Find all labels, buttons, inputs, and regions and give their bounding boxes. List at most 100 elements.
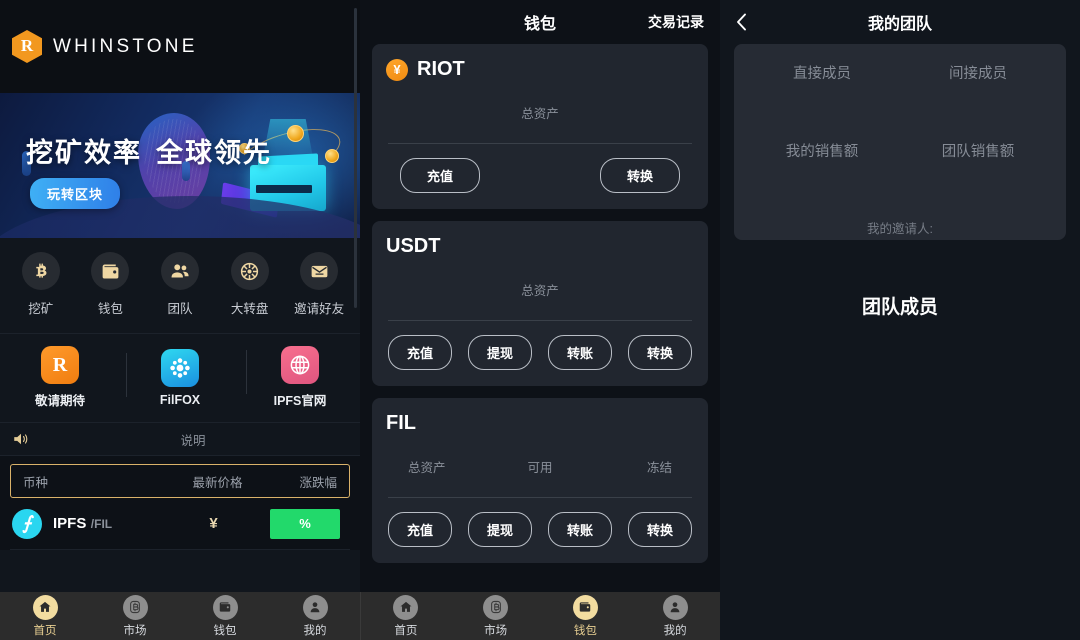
banner-coin-icon (287, 125, 304, 142)
team-stat-label: 间接成员 (949, 66, 1007, 82)
quick-item-wallet[interactable]: 钱包 (80, 252, 140, 317)
speaker-icon (12, 430, 30, 448)
chevron-left-icon[interactable] (734, 10, 749, 34)
tab-mine[interactable]: 我的 (270, 594, 360, 638)
tab-label: 市场 (484, 624, 508, 637)
recharge-button[interactable]: 充值 (388, 512, 453, 547)
riot-app-glyph: R (52, 353, 68, 376)
quick-item-label: 大转盘 (230, 302, 269, 316)
transaction-record-link[interactable]: 交易记录 (648, 12, 708, 32)
wallet-card-name: RIOT (417, 58, 465, 80)
price-table-header: 币种 最新价格 涨跌幅 (10, 464, 350, 498)
team-stat-direct-members: 直接成员 (744, 62, 900, 140)
wallet-icon (91, 252, 130, 290)
tab-label: 我的 (663, 624, 687, 637)
riot-app-icon: R (41, 346, 79, 384)
bottom-tabbar-home: 首页 市场 钱包 我的 (0, 592, 360, 640)
wallet-stat: 总资产 (386, 280, 694, 320)
wallet-header: 钱包 交易记录 (372, 0, 708, 44)
price-row-pair: /FIL (90, 516, 113, 531)
app-shortcut-riot[interactable]: R 敬请期待 (8, 346, 112, 409)
quick-item-label: 挖矿 (28, 302, 54, 316)
wallet-card-stats: 总资产 可用 冻结 (386, 441, 694, 497)
whinstone-logo-icon: R (12, 30, 42, 63)
app-shortcut-filfox[interactable]: FilFOX (126, 348, 232, 407)
withdraw-button[interactable]: 提现 (467, 335, 532, 370)
wallet-stat: 冻结 (584, 457, 694, 497)
tab-home[interactable]: 首页 (361, 594, 451, 638)
recharge-button[interactable]: 充值 (400, 158, 481, 193)
tab-label: 我的 (303, 624, 327, 637)
tab-wallet[interactable]: 钱包 (541, 594, 631, 638)
tab-market[interactable]: 市场 (451, 594, 541, 638)
recharge-button[interactable]: 充值 (388, 335, 453, 370)
tab-label: 市场 (123, 624, 147, 637)
app-shortcut-label: FilFOX (159, 392, 201, 407)
home-icon (393, 594, 419, 620)
app-shortcut-ipfs[interactable]: IPFS官网 (246, 346, 352, 409)
tab-label: 钱包 (573, 624, 597, 637)
wallet-panel: 钱包 交易记录 ¥ RIOT 总资产 充值 转换 USDT 总资产 充值 提现 … (360, 0, 720, 640)
brand-bar: R WHINSTONE (0, 0, 360, 93)
mail-icon (300, 252, 339, 290)
wallet-card-stats: 总资产 (386, 87, 694, 143)
person-icon (662, 594, 688, 620)
price-row-price: ¥ (209, 515, 218, 532)
banner-title-part1: 挖矿效率 (26, 138, 142, 168)
quick-item-invite[interactable]: 邀请好友 (289, 252, 349, 317)
tab-label: 钱包 (213, 624, 237, 637)
tab-label: 首页 (33, 624, 57, 637)
team-stat-my-sales: 我的销售额 (744, 140, 900, 218)
wallet-card-stats: 总资产 (386, 264, 694, 320)
quick-item-wheel[interactable]: 大转盘 (220, 252, 280, 317)
filecoin-icon: ⨍ (12, 508, 42, 539)
person-icon (302, 594, 328, 620)
wallet-icon (212, 594, 238, 620)
banner-title-part2: 全球领先 (156, 138, 272, 168)
transfer-button[interactable]: 转账 (547, 512, 612, 547)
brand-name: WHINSTONE (53, 35, 198, 57)
wallet-stat-label: 总资产 (408, 461, 446, 475)
transfer-button[interactable]: 转账 (547, 335, 612, 370)
team-stat-indirect-members: 间接成员 (900, 62, 1056, 140)
wallet-card-usdt: USDT 总资产 充值 提现 转账 转换 (372, 221, 708, 386)
price-col-change: 涨跌幅 (299, 475, 337, 490)
convert-button[interactable]: 转换 (627, 335, 692, 370)
banner-badge[interactable]: 玩转区块 (30, 178, 121, 209)
team-header: 我的团队 (734, 0, 1066, 44)
price-col-coin: 币种 (23, 475, 49, 490)
quick-item-team[interactable]: 团队 (150, 252, 210, 317)
quick-item-label: 团队 (167, 302, 193, 316)
convert-button[interactable]: 转换 (627, 512, 692, 547)
home-scrollbar[interactable] (354, 8, 357, 308)
market-icon (122, 594, 148, 620)
withdraw-button[interactable]: 提现 (467, 512, 532, 547)
wallet-card-title: ¥ RIOT (386, 58, 694, 81)
home-panel: R WHINSTONE 挖矿效率 全球领先 玩转区块 挖矿 钱包 团队 大转盘 … (0, 0, 360, 640)
promo-banner[interactable]: 挖矿效率 全球领先 玩转区块 (0, 93, 360, 238)
team-stat-label: 直接成员 (793, 66, 851, 82)
home-icon (32, 594, 58, 620)
app-shortcut-row: R 敬请期待 FilFOX IPFS官网 (0, 334, 360, 423)
quick-item-label: 钱包 (97, 302, 123, 316)
convert-button[interactable]: 转换 (599, 158, 680, 193)
tab-home[interactable]: 首页 (0, 594, 90, 638)
wallet-icon (572, 594, 598, 620)
table-row[interactable]: ⨍ IPFS /FIL ¥ % (10, 498, 350, 550)
tab-market[interactable]: 市场 (90, 594, 180, 638)
market-icon (483, 594, 509, 620)
wallet-card-actions: 充值 提现 转账 转换 (386, 498, 694, 563)
wallet-card-actions: 充值 提现 转账 转换 (386, 321, 694, 386)
team-panel: 我的团队 直接成员 间接成员 我的销售额 团队销售额 我的邀请人: 团队成员 (720, 0, 1080, 640)
tab-wallet[interactable]: 钱包 (180, 594, 270, 638)
team-inviter-label: 我的邀请人: (867, 222, 933, 236)
wallet-card-fil: FIL 总资产 可用 冻结 充值 提现 转账 转换 (372, 398, 708, 563)
wallet-card-title: USDT (386, 235, 694, 258)
wallet-card-actions: 充值 转换 (386, 144, 694, 209)
notice-bar[interactable]: 说明 (0, 423, 360, 456)
tab-mine[interactable]: 我的 (630, 594, 720, 638)
quick-item-mining[interactable]: 挖矿 (11, 252, 71, 317)
wallet-stat: 总资产 (386, 457, 496, 497)
team-members-heading: 团队成员 (861, 297, 938, 318)
globe-app-icon (281, 346, 319, 384)
